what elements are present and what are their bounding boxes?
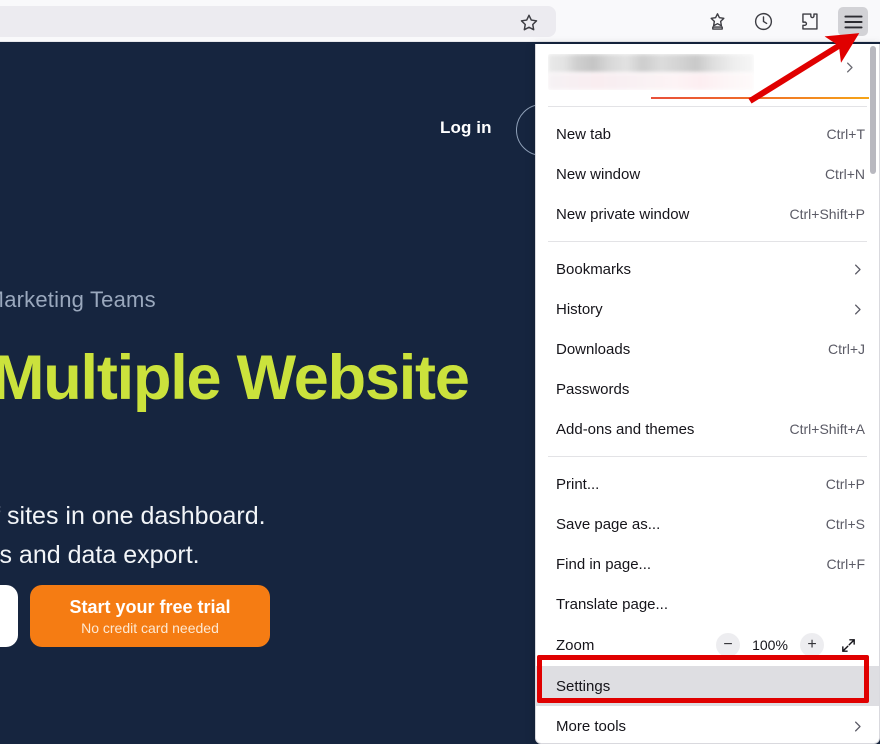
account-identity-blurred xyxy=(548,53,754,90)
menu-item-find-in-page[interactable]: Find in page... Ctrl+F xyxy=(536,544,879,584)
fullscreen-icon[interactable] xyxy=(835,633,861,657)
chevron-right-icon xyxy=(850,719,865,734)
zoom-in-button[interactable]: + xyxy=(800,633,824,657)
menu-item-downloads[interactable]: Downloads Ctrl+J xyxy=(536,329,879,369)
menu-item-settings[interactable]: Settings xyxy=(536,666,879,706)
menu-item-passwords[interactable]: Passwords xyxy=(536,369,879,409)
chevron-right-icon xyxy=(850,302,865,317)
browser-toolbar xyxy=(0,0,880,42)
chevron-right-icon xyxy=(842,60,857,80)
menu-item-label: New tab xyxy=(556,125,612,143)
menu-item-more-tools[interactable]: More tools xyxy=(536,706,879,743)
menu-item-label: Add-ons and themes xyxy=(556,420,695,438)
chevron-right-icon xyxy=(850,262,865,277)
screenshot-root: Log in gital Marketing Teams Multiple We… xyxy=(0,0,880,744)
menu-item-label: Translate page... xyxy=(556,595,669,613)
menu-item-shortcut: Ctrl+F xyxy=(826,556,866,572)
menu-item-shortcut: Ctrl+S xyxy=(825,516,865,532)
menu-item-label: Passwords xyxy=(556,380,630,398)
menu-item-shortcut: Ctrl+P xyxy=(825,476,865,492)
account-row[interactable] xyxy=(536,44,879,99)
menu-item-new-private-window[interactable]: New private window Ctrl+Shift+P xyxy=(536,194,879,234)
menu-item-shortcut: Ctrl+J xyxy=(828,341,865,357)
menu-item-shortcut: Ctrl+T xyxy=(826,126,866,142)
zoom-level-value: 100% xyxy=(752,637,788,653)
menu-item-new-window[interactable]: New window Ctrl+N xyxy=(536,154,879,194)
start-free-trial-button[interactable]: Start your free trial No credit card nee… xyxy=(30,585,270,647)
menu-item-label: New private window xyxy=(556,205,690,223)
cta-title: Start your free trial xyxy=(69,596,231,617)
cta-subtitle: No credit card needed xyxy=(81,619,219,636)
menu-item-shortcut: Ctrl+Shift+P xyxy=(789,206,865,222)
menu-item-label: Find in page... xyxy=(556,555,652,573)
menu-item-print[interactable]: Print... Ctrl+P xyxy=(536,464,879,504)
menu-item-label: More tools xyxy=(556,717,627,735)
menu-item-shortcut: Ctrl+N xyxy=(824,166,865,182)
zoom-controls: − 100% + xyxy=(716,633,861,657)
hero-eyebrow: gital Marketing Teams xyxy=(0,287,156,312)
menu-item-label: Bookmarks xyxy=(556,260,632,278)
hero-headline: Multiple Website xyxy=(0,343,470,413)
bookmark-star-icon[interactable] xyxy=(518,12,540,34)
save-to-pocket-icon[interactable] xyxy=(702,7,732,36)
menu-item-zoom: Zoom − 100% + xyxy=(536,624,879,666)
hero-subline-1: ens of sites in one dashboard. xyxy=(0,502,266,530)
account-accent-underline xyxy=(651,97,869,99)
hero-subline-2: d users and data export. xyxy=(0,541,200,569)
menu-item-label: History xyxy=(556,300,603,318)
menu-item-label: Settings xyxy=(556,677,611,695)
menu-item-addons-and-themes[interactable]: Add-ons and themes Ctrl+Shift+A xyxy=(536,409,879,449)
menu-item-label: Save page as... xyxy=(556,515,661,533)
menu-item-new-tab[interactable]: New tab Ctrl+T xyxy=(536,114,879,154)
url-bar[interactable] xyxy=(0,6,556,37)
application-menu-panel: New tab Ctrl+T New window Ctrl+N New pri… xyxy=(535,44,880,744)
menu-item-label: New window xyxy=(556,165,641,183)
application-menu-icon[interactable] xyxy=(838,7,868,36)
login-link[interactable]: Log in xyxy=(440,118,492,138)
menu-item-save-page-as[interactable]: Save page as... Ctrl+S xyxy=(536,504,879,544)
history-clock-icon[interactable] xyxy=(748,7,778,36)
zoom-label: Zoom xyxy=(556,636,595,654)
menu-separator xyxy=(548,456,867,457)
extensions-puzzle-icon[interactable] xyxy=(794,7,824,36)
menu-item-history[interactable]: History xyxy=(536,289,879,329)
menu-scrollbar[interactable] xyxy=(870,46,876,174)
menu-item-label: Downloads xyxy=(556,340,631,358)
menu-item-bookmarks[interactable]: Bookmarks xyxy=(536,249,879,289)
menu-separator xyxy=(548,241,867,242)
zoom-out-button[interactable]: − xyxy=(716,633,740,657)
menu-separator xyxy=(548,106,867,107)
secondary-cta-button[interactable] xyxy=(0,585,18,647)
menu-item-shortcut: Ctrl+Shift+A xyxy=(789,421,865,437)
menu-item-translate-page[interactable]: Translate page... xyxy=(536,584,879,624)
menu-item-label: Print... xyxy=(556,475,600,493)
